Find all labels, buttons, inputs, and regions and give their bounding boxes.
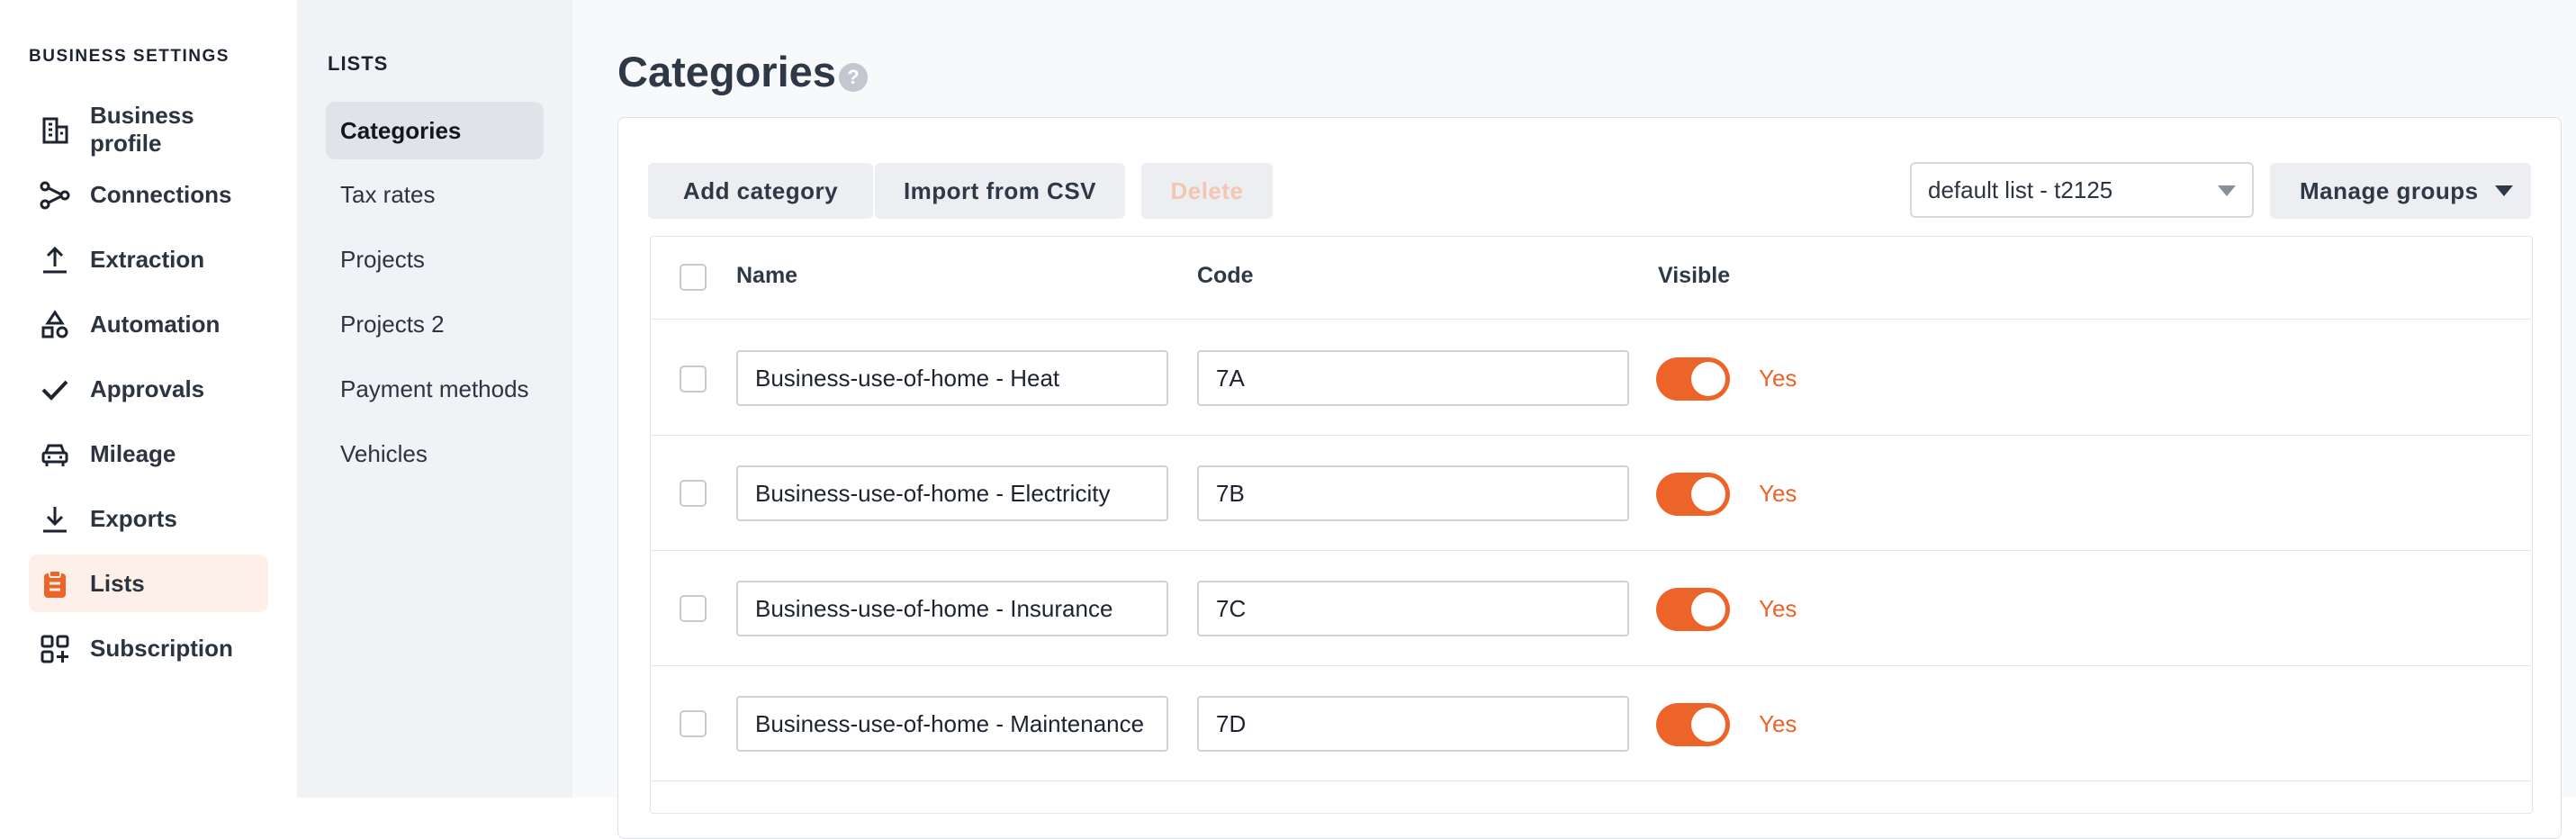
visible-status: Yes: [1759, 480, 1797, 507]
subnav-item-label: Categories: [340, 116, 462, 144]
sidebar-item-approvals[interactable]: Approvals: [29, 360, 268, 418]
subnav-item-projects[interactable]: Projects: [326, 230, 544, 288]
subnav-item-tax-rates[interactable]: Tax rates: [326, 166, 544, 223]
connections-icon: [40, 180, 70, 211]
visible-status: Yes: [1759, 710, 1797, 737]
manage-groups-button[interactable]: Manage groups: [2270, 163, 2531, 219]
column-header-code: Code: [1197, 263, 1254, 288]
subnav-item-payment-methods[interactable]: Payment methods: [326, 360, 544, 418]
toggle-knob: [1691, 362, 1725, 396]
subnav-item-label: Payment methods: [340, 374, 529, 402]
row-checkbox[interactable]: [680, 595, 707, 622]
sidebar-item-business-profile[interactable]: Business profile: [29, 101, 268, 158]
subnav-item-label: Projects 2: [340, 310, 445, 338]
column-header-visible: Visible: [1658, 263, 1731, 288]
upload-icon: [40, 245, 70, 275]
subnav-item-label: Projects: [340, 245, 425, 273]
sidebar-item-exports[interactable]: Exports: [29, 490, 268, 547]
sidebar-item-extraction[interactable]: Extraction: [29, 230, 268, 288]
visible-toggle[interactable]: [1656, 357, 1730, 401]
header-divider: [650, 319, 2531, 320]
row-divider: [650, 435, 2531, 436]
chevron-down-icon: [2218, 185, 2236, 196]
toggle-knob: [1691, 477, 1725, 511]
toggle-knob: [1691, 708, 1725, 742]
row-checkbox[interactable]: [680, 365, 707, 392]
sidebar-heading: BUSINESS SETTINGS: [29, 47, 230, 66]
subnav-item-label: Tax rates: [340, 180, 436, 208]
select-all-checkbox[interactable]: [680, 264, 707, 291]
category-name-input[interactable]: Business-use-of-home - Heat: [736, 350, 1168, 406]
shapes-icon: [40, 310, 70, 340]
grid-plus-icon: [40, 634, 70, 664]
row-divider: [650, 550, 2531, 551]
visible-toggle[interactable]: [1656, 703, 1730, 746]
row-divider: [650, 780, 2531, 781]
category-code-input[interactable]: 7B: [1197, 465, 1629, 521]
category-name-input[interactable]: Business-use-of-home - Maintenance: [736, 696, 1168, 752]
row-checkbox[interactable]: [680, 480, 707, 507]
category-name-input[interactable]: Business-use-of-home - Electricity: [736, 465, 1168, 521]
page-title: Categories: [617, 48, 836, 95]
clipboard-icon: [40, 569, 70, 600]
check-icon: [40, 374, 70, 405]
subnav-item-label: Vehicles: [340, 439, 428, 467]
sidebar-item-connections[interactable]: Connections: [29, 166, 268, 223]
import-csv-button[interactable]: Import from CSV: [875, 163, 1125, 219]
toggle-knob: [1691, 592, 1725, 627]
sidebar-item-label: Connections: [90, 180, 232, 208]
list-select[interactable]: default list - t2125: [1910, 162, 2254, 218]
row-divider: [650, 665, 2531, 666]
sidebar-item-mileage[interactable]: Mileage: [29, 425, 268, 483]
sidebar-item-label: Approvals: [90, 374, 205, 402]
subnav-item-vehicles[interactable]: Vehicles: [326, 425, 544, 483]
category-code-input[interactable]: 7D: [1197, 696, 1629, 752]
category-name-input[interactable]: Business-use-of-home - Insurance: [736, 581, 1168, 636]
car-icon: [40, 439, 70, 470]
building-icon: [40, 115, 70, 146]
sidebar-item-label: Business profile: [90, 102, 194, 157]
subnav-item-categories[interactable]: Categories: [326, 102, 544, 159]
visible-status: Yes: [1759, 595, 1797, 622]
subnav-heading: LISTS: [328, 52, 389, 75]
row-checkbox[interactable]: [680, 710, 707, 737]
visible-toggle[interactable]: [1656, 588, 1730, 631]
sidebar-item-automation[interactable]: Automation: [29, 295, 268, 353]
delete-button[interactable]: Delete: [1141, 163, 1273, 219]
list-select-value: default list - t2125: [1928, 176, 2113, 203]
chevron-down-icon: [2495, 185, 2513, 196]
sidebar-item-label: Extraction: [90, 245, 205, 273]
visible-status: Yes: [1759, 365, 1797, 392]
sidebar-item-label: Subscription: [90, 634, 233, 662]
sidebar-item-label: Automation: [90, 310, 221, 338]
visible-toggle[interactable]: [1656, 473, 1730, 516]
download-icon: [40, 504, 70, 535]
category-code-input[interactable]: 7A: [1197, 350, 1629, 406]
help-icon[interactable]: ?: [839, 63, 868, 92]
sidebar-item-label: Mileage: [90, 439, 176, 467]
category-code-input[interactable]: 7C: [1197, 581, 1629, 636]
add-category-button[interactable]: Add category: [648, 163, 873, 219]
sidebar-item-label: Exports: [90, 504, 177, 532]
manage-groups-label: Manage groups: [2300, 176, 2479, 204]
sidebar-item-lists[interactable]: Lists: [29, 555, 268, 612]
column-header-name: Name: [736, 263, 798, 288]
sidebar-item-subscription[interactable]: Subscription: [29, 619, 268, 677]
sidebar-item-label: Lists: [90, 569, 145, 597]
subnav-item-projects-2[interactable]: Projects 2: [326, 295, 544, 353]
